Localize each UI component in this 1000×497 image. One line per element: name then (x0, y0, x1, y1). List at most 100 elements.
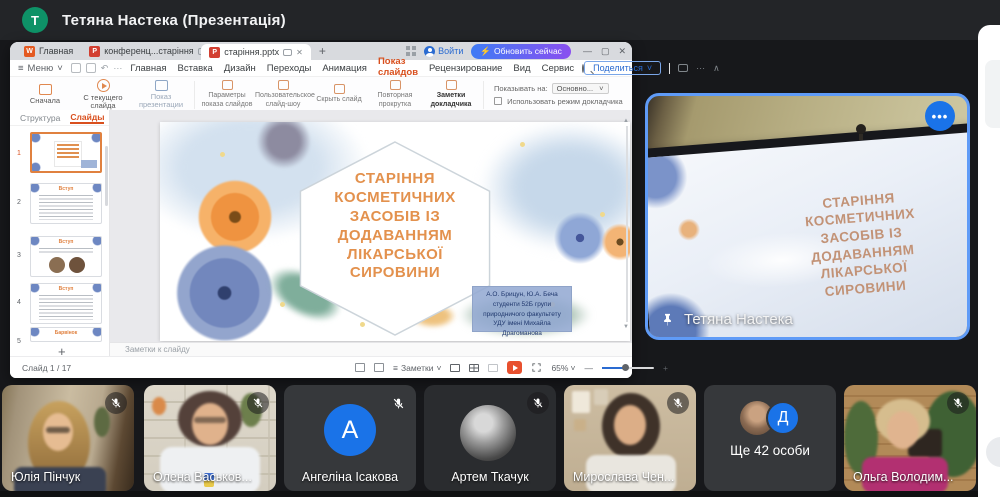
dots (220, 152, 225, 157)
status-bar: Слайд 1 / 17 ≡ Заметки ˅ 65% ˅ — (10, 356, 632, 378)
slideshow-play-button[interactable] (507, 361, 522, 374)
more-icon[interactable]: ··· (696, 63, 705, 73)
mic-muted-icon (247, 392, 269, 414)
custom-show-icon (278, 80, 289, 90)
slide-thumbnail[interactable]: Вступ (30, 236, 102, 277)
tile-more-options-button[interactable]: ••• (925, 101, 955, 131)
participant-name: Юлія Пінчук (11, 470, 80, 484)
menu-view[interactable]: Вид (513, 62, 530, 75)
presentation-file-icon: P (89, 46, 100, 57)
theme-icon[interactable] (355, 363, 365, 372)
bottom-strip (0, 491, 978, 497)
thumb-number: 4 (17, 299, 21, 306)
side-panel-card[interactable] (985, 60, 1000, 128)
play-icon (97, 79, 110, 92)
fullscreen-icon[interactable] (531, 362, 542, 373)
reading-view-icon[interactable] (488, 364, 498, 372)
participant-name: Мирослава Чен... (573, 470, 674, 484)
more-people-label: Ще 42 особи (704, 443, 836, 458)
participant-avatar: Д (766, 401, 800, 435)
zoom-level[interactable]: 65% ˅ (551, 363, 575, 373)
share-button[interactable]: Поделиться ˅ (584, 61, 661, 75)
participant-name: Олена Васьков... (153, 470, 252, 484)
burger-icon: ≡ (18, 63, 24, 74)
slide-title[interactable]: СТАРІННЯ КОСМЕТИЧНИХ ЗАСОБІВ ІЗ ДОДАВАНН… (300, 170, 490, 283)
canvas-scrollbar[interactable]: ▲ ▼ (623, 118, 630, 336)
normal-view-icon[interactable] (450, 364, 460, 372)
presenter-mode-checkbox[interactable] (494, 97, 502, 105)
main-menu-button[interactable]: ≡ Меню ˅ (18, 63, 63, 74)
slide-notes-input[interactable]: Заметки к слайду (110, 342, 632, 356)
rehearse-timings-button[interactable]: Повторная прокрутка (367, 80, 423, 108)
speaker-notes-button[interactable]: Заметки докладчика (423, 80, 479, 108)
undo-icon[interactable]: ↶ (101, 63, 109, 74)
save-icon[interactable] (71, 63, 81, 73)
wps-logo-icon: W (24, 46, 35, 57)
collapse-ribbon-icon[interactable]: ∧ (713, 63, 720, 74)
show-presentation-button[interactable]: Показ презентации (132, 80, 190, 110)
slide-editor[interactable]: СТАРІННЯ КОСМЕТИЧНИХ ЗАСОБІВ ІЗ ДОДАВАНН… (160, 122, 630, 341)
slideshow-icon (39, 84, 52, 95)
side-panel-avatar (986, 437, 1000, 467)
layout-icon[interactable] (374, 363, 384, 372)
slideshow-settings-button[interactable]: Параметры показа слайдов (199, 80, 255, 108)
participant-tile[interactable]: Ольга Володим... (844, 385, 976, 491)
zoom-slider[interactable] (602, 367, 654, 369)
menu-transitions[interactable]: Переходы (267, 62, 312, 75)
monitor-select[interactable]: Основно... ˅ (552, 83, 609, 94)
flower-decor (677, 217, 701, 241)
menu-tools[interactable]: Сервис (542, 62, 575, 75)
overflow-avatars: Д (704, 401, 836, 435)
participant-name: Ольга Володим... (853, 470, 954, 484)
slides-panel: Структура Слайды ‹ 1 (10, 110, 110, 356)
participant-tile[interactable]: А Ангеліна Ісакова (284, 385, 416, 491)
blue-flower (172, 244, 277, 341)
thumb-number: 2 (17, 199, 21, 206)
tab-slides[interactable]: Слайды (70, 112, 104, 124)
authors-textbox[interactable]: А.О. Брицун, Ю.А. Беча студенти 52Б груп… (472, 286, 572, 332)
custom-slideshow-button[interactable]: Пользовательское слайд-шоу (255, 80, 311, 108)
participant-avatar (460, 405, 516, 461)
menu-home[interactable]: Главная (130, 62, 166, 75)
notes-toggle[interactable]: ≡ Заметки ˅ (393, 363, 441, 373)
menu-insert[interactable]: Вставка (178, 62, 213, 75)
add-slide-button[interactable]: + (58, 344, 66, 356)
slide-thumbnail[interactable] (30, 132, 102, 173)
from-start-button[interactable]: Сначала (16, 84, 74, 105)
from-current-slide-button[interactable]: С текущего слайда (74, 79, 132, 111)
tab-outline[interactable]: Структура (20, 113, 60, 123)
slide-thumbnail[interactable]: Барвінок (30, 327, 102, 342)
participant-tile[interactable]: Олена Васьков... (144, 385, 276, 491)
participant-name: Артем Ткачук (424, 470, 556, 484)
menu-design[interactable]: Дизайн (224, 62, 256, 75)
more-actions-icon[interactable]: ··· (113, 63, 122, 74)
tv-slide-title: СТАРІННЯ КОСМЕТИЧНИХ ЗАСОБІВ ІЗ ДОДАВАНН… (754, 184, 970, 305)
zoom-out-button[interactable]: — (584, 363, 593, 373)
tv-camera-dot (856, 124, 866, 134)
minimize-icon[interactable]: — (583, 46, 592, 57)
slide-thumbnail[interactable]: Вступ (30, 183, 102, 224)
zoom-in-button[interactable]: + (663, 363, 668, 373)
slide-sorter-icon[interactable] (469, 364, 479, 372)
participant-tile[interactable]: Юлія Пінчук (2, 385, 134, 491)
maximize-icon[interactable]: ▢ (601, 46, 610, 57)
pin-icon (660, 312, 675, 327)
hide-slide-button[interactable]: Скрыть слайд (311, 84, 367, 104)
pinned-participant-tile[interactable]: СТАРІННЯ КОСМЕТИЧНИХ ЗАСОБІВ ІЗ ДОДАВАНН… (645, 93, 970, 340)
participant-tile[interactable]: Артем Ткачук (424, 385, 556, 491)
participant-name: Ангеліна Ісакова (284, 470, 416, 484)
slide-canvas: СТАРІННЯ КОСМЕТИЧНИХ ЗАСОБІВ ІЗ ДОДАВАНН… (110, 110, 632, 356)
slide-thumbnail[interactable]: Вступ (30, 283, 102, 324)
close-window-icon[interactable]: ✕ (618, 46, 626, 57)
mic-muted-icon (387, 392, 409, 414)
show-on-group: Показывать на: Основно... ˅ Использовать… (488, 83, 623, 106)
participant-tile[interactable]: Мирослава Чен... (564, 385, 696, 491)
menu-animation[interactable]: Анимация (322, 62, 367, 75)
print-icon[interactable] (86, 63, 96, 73)
menu-review[interactable]: Рецензирование (429, 62, 502, 75)
panel-scrollbar[interactable] (105, 146, 108, 206)
more-people-tile[interactable]: Д Ще 42 особи (704, 385, 836, 491)
tab-wps-home[interactable]: W Главная (16, 42, 81, 60)
comments-icon[interactable] (678, 64, 688, 72)
chevron-down-icon: ˅ (57, 63, 63, 74)
